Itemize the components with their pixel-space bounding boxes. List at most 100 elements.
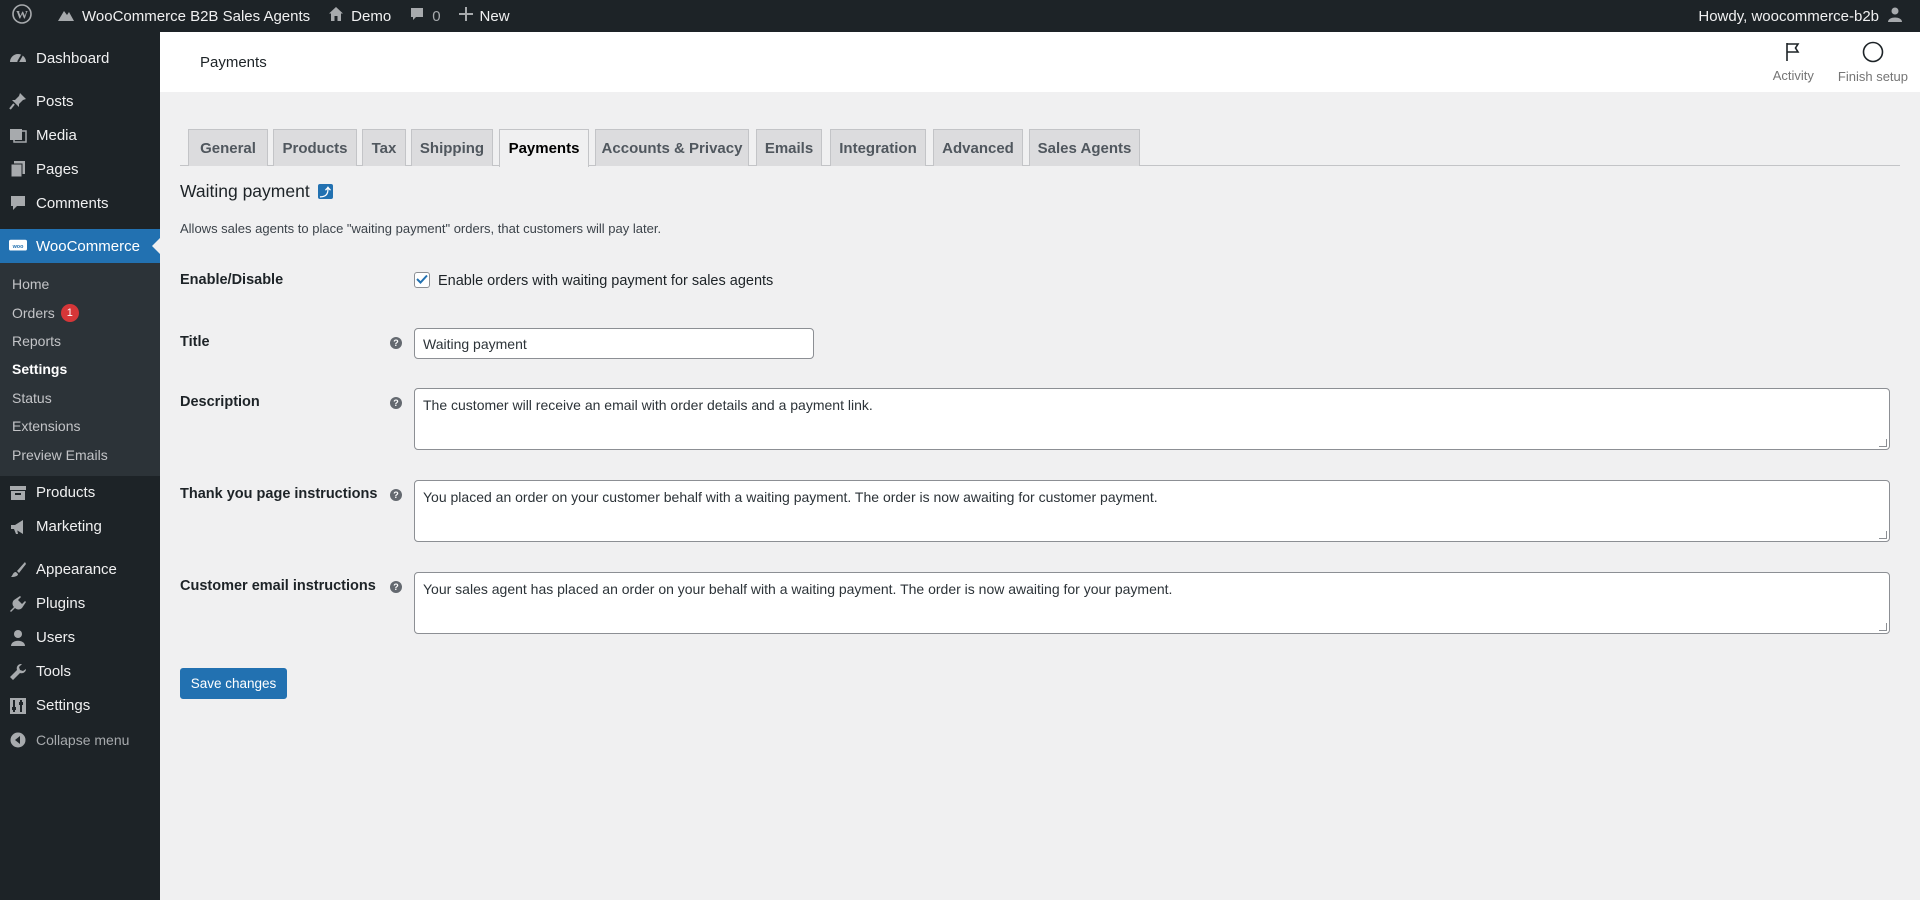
admin-sidebar: Dashboard Posts Media Pages Comments woo… (0, 32, 160, 900)
menu-posts-label: Posts (36, 92, 74, 110)
tab-products[interactable]: Products (273, 129, 357, 166)
wordpress-icon: W (12, 4, 39, 28)
home-label: Demo (351, 7, 392, 25)
thankyou-instructions-textarea[interactable]: You placed an order on your customer beh… (414, 480, 1890, 542)
enable-disable-label: Enable/Disable (180, 272, 284, 288)
settings-tabs: General Products Tax Shipping Payments A… (180, 128, 1900, 167)
submenu-settings[interactable]: Settings (0, 355, 160, 383)
checkmark-icon (416, 271, 428, 289)
site-name: WooCommerce B2B Sales Agents (82, 7, 311, 25)
help-tip-icon[interactable]: ? (390, 581, 402, 593)
menu-posts[interactable]: Posts (0, 84, 160, 118)
activity-label: Activity (1772, 67, 1814, 83)
enable-checkbox-label[interactable]: Enable orders with waiting payment for s… (438, 273, 773, 289)
description-textarea[interactable]: The customer will receive an email with … (414, 388, 1890, 450)
tab-accounts-privacy[interactable]: Accounts & Privacy (595, 129, 749, 166)
media-icon (9, 126, 27, 144)
submenu-preview-emails[interactable]: Preview Emails (0, 440, 160, 468)
menu-users[interactable]: Users (0, 621, 160, 655)
admin-bar: W WooCommerce B2B Sales Agents Demo 0 Ne… (0, 0, 1920, 32)
orders-count-badge: 1 (60, 303, 79, 322)
section-title: Waiting payment ⤴ (180, 181, 333, 202)
settings-sliders-icon (9, 697, 27, 715)
tab-emails[interactable]: Emails (756, 129, 822, 166)
svg-text:W: W (16, 8, 28, 22)
email-instructions-textarea[interactable]: Your sales agent has placed an order on … (414, 572, 1890, 634)
finish-setup-button[interactable]: Finish setup (1826, 32, 1920, 92)
help-tip-icon[interactable]: ? (390, 489, 402, 501)
tab-advanced[interactable]: Advanced (933, 129, 1023, 166)
tab-sales-agents[interactable]: Sales Agents (1029, 129, 1140, 166)
tab-general[interactable]: General (188, 129, 268, 166)
menu-appearance[interactable]: Appearance (0, 553, 160, 587)
menu-appearance-label: Appearance (36, 561, 117, 579)
menu-pages[interactable]: Pages (0, 152, 160, 186)
page-title: Payments (200, 53, 267, 71)
pages-icon (9, 160, 27, 178)
home-icon (328, 6, 351, 26)
woocommerce-icon: woo (9, 237, 27, 255)
home-link[interactable]: Demo (319, 0, 400, 32)
submenu-orders-label: Orders (12, 304, 55, 321)
tab-payments[interactable]: Payments (499, 129, 589, 167)
menu-comments-label: Comments (36, 194, 109, 212)
menu-settings-label: Settings (36, 697, 91, 715)
submenu-reports[interactable]: Reports (0, 327, 160, 355)
menu-woocommerce[interactable]: woo WooCommerce (0, 229, 160, 263)
email-instructions-label: Customer email instructions (180, 578, 376, 594)
plus-icon (458, 7, 480, 25)
svg-text:woo: woo (12, 244, 24, 250)
title-label: Title (180, 334, 210, 350)
avatar-icon (1887, 6, 1910, 26)
menu-comments[interactable]: Comments (0, 186, 160, 220)
tab-integration[interactable]: Integration (830, 129, 926, 166)
menu-plugins-label: Plugins (36, 595, 86, 613)
return-link-icon[interactable]: ⤴ (317, 184, 333, 199)
wrench-icon (9, 663, 27, 681)
wordpress-logo[interactable]: W (0, 0, 48, 32)
save-changes-button[interactable]: Save changes (180, 668, 287, 699)
site-icon (57, 6, 82, 26)
section-title-text: Waiting payment (180, 181, 310, 201)
submenu-extensions[interactable]: Extensions (0, 412, 160, 440)
collapse-menu-label: Collapse menu (36, 731, 130, 748)
submenu-status[interactable]: Status (0, 384, 160, 412)
menu-users-label: Users (36, 629, 76, 647)
section-description: Allows sales agents to place "waiting pa… (180, 221, 662, 236)
site-name-link[interactable]: WooCommerce B2B Sales Agents (48, 0, 319, 32)
pushpin-icon (9, 92, 27, 110)
menu-marketing[interactable]: Marketing (0, 510, 160, 544)
enable-checkbox[interactable] (414, 272, 430, 288)
menu-tools-label: Tools (36, 663, 72, 681)
comments-link[interactable]: 0 (400, 0, 449, 32)
megaphone-icon (9, 518, 27, 536)
activity-button[interactable]: Activity (1761, 32, 1826, 92)
howdy-text: Howdy, woocommerce-b2b (1698, 7, 1879, 25)
tab-tax[interactable]: Tax (362, 129, 406, 166)
comments-count: 0 (432, 7, 441, 25)
flag-icon (1784, 42, 1802, 68)
title-input[interactable]: Waiting payment (414, 328, 814, 359)
help-tip-icon[interactable]: ? (390, 397, 402, 409)
plugin-icon (9, 595, 27, 613)
menu-tools[interactable]: Tools (0, 655, 160, 689)
new-label: New (479, 7, 510, 25)
menu-dashboard[interactable]: Dashboard (0, 41, 160, 75)
menu-plugins[interactable]: Plugins (0, 587, 160, 621)
new-content-link[interactable]: New (450, 0, 519, 32)
help-tip-icon[interactable]: ? (390, 337, 402, 349)
progress-circle-icon (1862, 41, 1884, 69)
finish-setup-label: Finish setup (1837, 68, 1908, 84)
menu-woocommerce-label: WooCommerce (36, 237, 140, 255)
menu-media[interactable]: Media (0, 118, 160, 152)
my-account[interactable]: Howdy, woocommerce-b2b (1689, 0, 1920, 32)
collapse-menu-button[interactable]: Collapse menu (0, 723, 160, 757)
description-label: Description (180, 394, 260, 410)
menu-settings[interactable]: Settings (0, 689, 160, 723)
submenu-home[interactable]: Home (0, 270, 160, 298)
menu-products[interactable]: Products (0, 476, 160, 510)
menu-media-label: Media (36, 126, 77, 144)
tab-shipping[interactable]: Shipping (411, 129, 493, 166)
submenu-orders[interactable]: Orders 1 (0, 298, 160, 326)
users-icon (9, 629, 27, 647)
